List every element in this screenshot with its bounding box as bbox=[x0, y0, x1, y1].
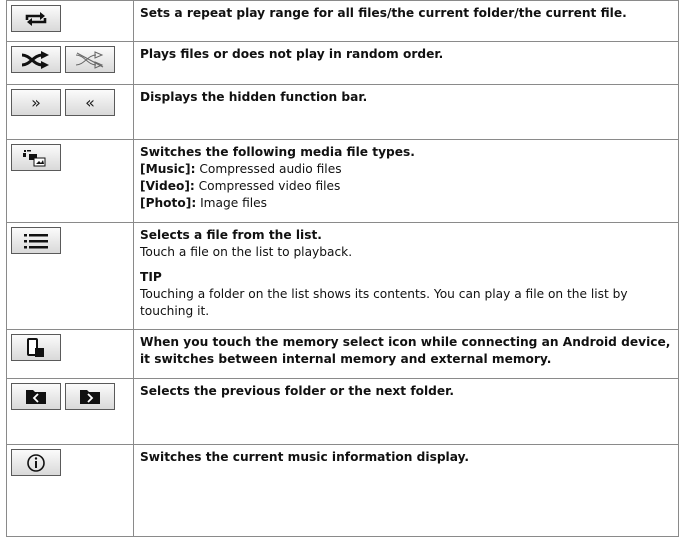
table-row: Switches the following media file types.… bbox=[6, 139, 679, 223]
media-type-button[interactable] bbox=[11, 144, 61, 171]
next-folder-button[interactable] bbox=[65, 383, 115, 410]
show-function-bar-icon: » bbox=[31, 92, 41, 112]
row-heading: Sets a repeat play range for all files/t… bbox=[140, 6, 627, 20]
media-type-desc: Compressed audio files bbox=[195, 162, 342, 176]
show-function-bar-button[interactable]: » bbox=[11, 89, 61, 116]
previous-folder-icon bbox=[25, 389, 47, 405]
table-row: » « Displays the hidden function bar. bbox=[6, 84, 679, 140]
icon-cell bbox=[6, 444, 134, 537]
icon-cell bbox=[6, 0, 134, 42]
list-icon bbox=[23, 233, 49, 249]
media-type-music: [Music]: Compressed audio files bbox=[140, 161, 672, 178]
icon-cell bbox=[6, 222, 134, 330]
memory-select-icon bbox=[25, 337, 47, 358]
shuffle-on-button[interactable] bbox=[11, 46, 61, 73]
hide-function-bar-button[interactable]: « bbox=[65, 89, 115, 116]
description-cell: Selects the previous folder or the next … bbox=[133, 378, 679, 445]
next-folder-icon bbox=[79, 389, 101, 405]
media-type-desc: Compressed video files bbox=[194, 179, 341, 193]
shuffle-off-icon bbox=[74, 50, 106, 69]
description-cell: When you touch the memory select icon wh… bbox=[133, 329, 679, 379]
icon-cell bbox=[6, 378, 134, 445]
table-row: Switches the current music information d… bbox=[6, 444, 679, 537]
row-heading: Switches the following media file types. bbox=[140, 145, 415, 159]
info-icon bbox=[26, 453, 46, 473]
table-row: Sets a repeat play range for all files/t… bbox=[6, 0, 679, 42]
icon-cell bbox=[6, 329, 134, 379]
shuffle-off-button[interactable] bbox=[65, 46, 115, 73]
row-heading: When you touch the memory select icon wh… bbox=[140, 335, 671, 366]
info-button[interactable] bbox=[11, 449, 61, 476]
icon-cell: » « bbox=[6, 84, 134, 140]
media-type-label: [Music]: bbox=[140, 162, 196, 176]
previous-folder-button[interactable] bbox=[11, 383, 61, 410]
hide-function-bar-icon: « bbox=[85, 92, 95, 112]
icon-cell bbox=[6, 41, 134, 85]
table-row: Plays files or does not play in random o… bbox=[6, 41, 679, 85]
tip-label: TIP bbox=[140, 270, 162, 284]
description-cell: Displays the hidden function bar. bbox=[133, 84, 679, 140]
media-type-icon bbox=[21, 149, 51, 167]
row-heading: Displays the hidden function bar. bbox=[140, 90, 368, 104]
row-heading: Selects the previous folder or the next … bbox=[140, 384, 455, 398]
icon-cell bbox=[6, 139, 134, 223]
function-table: Sets a repeat play range for all files/t… bbox=[6, 0, 679, 537]
table-row: When you touch the memory select icon wh… bbox=[6, 329, 679, 379]
media-type-desc: Image files bbox=[196, 196, 268, 210]
row-body: Touch a file on the list to playback. bbox=[140, 245, 353, 259]
description-cell: Plays files or does not play in random o… bbox=[133, 41, 679, 85]
media-type-label: [Photo]: bbox=[140, 196, 197, 210]
row-heading: Selects a file from the list. bbox=[140, 228, 322, 242]
table-row: Selects the previous folder or the next … bbox=[6, 378, 679, 445]
description-cell: Selects a file from the list. Touch a fi… bbox=[133, 222, 679, 330]
shuffle-on-icon bbox=[20, 50, 52, 69]
repeat-icon bbox=[23, 11, 49, 27]
memory-select-button[interactable] bbox=[11, 334, 61, 361]
table-row: Selects a file from the list. Touch a fi… bbox=[6, 222, 679, 330]
repeat-button[interactable] bbox=[11, 5, 61, 32]
description-cell: Switches the current music information d… bbox=[133, 444, 679, 537]
media-type-photo: [Photo]: Image files bbox=[140, 195, 672, 212]
description-cell: Switches the following media file types.… bbox=[133, 139, 679, 223]
list-button[interactable] bbox=[11, 227, 61, 254]
media-type-label: [Video]: bbox=[140, 179, 195, 193]
media-type-video: [Video]: Compressed video files bbox=[140, 178, 672, 195]
row-heading: Switches the current music information d… bbox=[140, 450, 470, 464]
tip-text: Touching a folder on the list shows its … bbox=[140, 287, 628, 318]
row-heading: Plays files or does not play in random o… bbox=[140, 47, 444, 61]
description-cell: Sets a repeat play range for all files/t… bbox=[133, 0, 679, 42]
